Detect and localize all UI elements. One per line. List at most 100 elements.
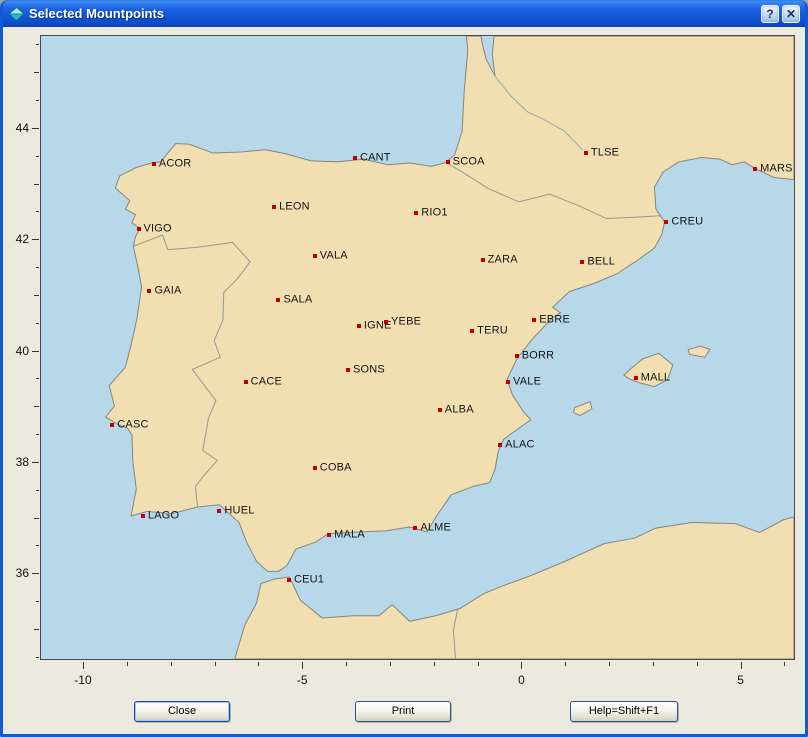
station-marker-MALA	[327, 533, 331, 537]
y-tick-35	[34, 629, 39, 630]
station-marker-SONS	[346, 368, 350, 372]
station-label-ALAC: ALAC	[505, 438, 535, 450]
map-plot-area: ACORVIGOCANTSCOATLSEMARSLEONRIO1CREUVALA…	[40, 35, 795, 660]
y-axis-label-40: 40	[3, 344, 29, 358]
x-tick-2	[609, 662, 610, 666]
station-label-LAGO: LAGO	[148, 509, 179, 521]
station-label-BORR: BORR	[522, 349, 555, 361]
y-tick-45	[34, 72, 39, 73]
x-axis-label-0: 0	[518, 673, 525, 687]
close-button[interactable]: Close	[134, 701, 230, 722]
station-label-BELL: BELL	[587, 255, 615, 267]
station-marker-YEBE	[384, 320, 388, 324]
x-tick-4	[697, 662, 698, 666]
y-tick-41.5	[36, 267, 39, 268]
x-tick-6	[784, 662, 785, 666]
station-marker-GAIA	[147, 289, 151, 293]
station-marker-CASC	[110, 423, 114, 427]
station-marker-RIO1	[414, 211, 418, 215]
station-label-HUEL: HUEL	[224, 505, 254, 517]
station-marker-ALBA	[438, 408, 442, 412]
station-marker-CREU	[664, 220, 668, 224]
station-marker-COBA	[313, 466, 317, 470]
station-label-RIO1: RIO1	[421, 206, 447, 218]
station-marker-VALA	[313, 254, 317, 258]
station-marker-CACE	[244, 380, 248, 384]
y-tick-34.5	[36, 657, 39, 658]
help-titlebar-button[interactable]: ?	[761, 5, 779, 23]
station-marker-LAGO	[141, 514, 145, 518]
y-tick-43	[34, 184, 39, 185]
station-marker-VALE	[506, 380, 510, 384]
station-label-VALA: VALA	[320, 250, 348, 262]
station-marker-HUEL	[217, 509, 221, 513]
station-label-MALA: MALA	[334, 528, 365, 540]
station-marker-SCOA	[446, 160, 450, 164]
station-marker-ZARA	[481, 258, 485, 262]
station-label-ALME: ALME	[420, 521, 451, 533]
print-button[interactable]: Print	[355, 701, 451, 722]
station-label-MALL: MALL	[641, 372, 671, 384]
y-tick-36.5	[36, 545, 39, 546]
station-label-COBA: COBA	[320, 462, 352, 474]
dialog-client-area: ACORVIGOCANTSCOATLSEMARSLEONRIO1CREUVALA…	[3, 27, 805, 734]
station-marker-MALL	[634, 376, 638, 380]
station-marker-SALA	[276, 298, 280, 302]
y-tick-42.5	[36, 211, 39, 212]
close-titlebar-button[interactable]: ✕	[782, 5, 800, 23]
station-label-CEU1: CEU1	[294, 573, 324, 585]
x-tick-3	[653, 662, 654, 666]
station-label-ZARA: ZARA	[488, 254, 518, 266]
station-label-TLSE: TLSE	[591, 146, 619, 158]
station-label-VIGO: VIGO	[144, 222, 172, 234]
station-marker-BELL	[580, 260, 584, 264]
x-tick--9	[127, 662, 128, 666]
station-label-CACE: CACE	[251, 376, 282, 388]
x-tick--10	[83, 662, 84, 669]
station-marker-VIGO	[137, 227, 141, 231]
station-label-CASC: CASC	[117, 419, 148, 431]
station-label-MARS: MARS	[760, 162, 793, 174]
y-tick-37.5	[36, 490, 39, 491]
station-marker-BORR	[515, 354, 519, 358]
station-marker-TLSE	[584, 151, 588, 155]
y-tick-44.5	[36, 100, 39, 101]
station-marker-EBRE	[532, 318, 536, 322]
title-bar[interactable]: Selected Mountpoints ? ✕	[3, 0, 805, 27]
x-tick--6	[258, 662, 259, 666]
station-marker-CANT	[353, 156, 357, 160]
x-tick--8	[171, 662, 172, 666]
station-marker-TERU	[470, 329, 474, 333]
station-label-SALA: SALA	[283, 293, 312, 305]
station-marker-IGNE	[357, 324, 361, 328]
y-tick-36	[32, 573, 39, 574]
y-tick-37	[34, 518, 39, 519]
y-tick-41	[34, 295, 39, 296]
y-axis-label-38: 38	[3, 455, 29, 469]
station-label-CREU: CREU	[671, 215, 703, 227]
y-tick-45.5	[36, 44, 39, 45]
x-tick--4	[346, 662, 347, 666]
station-label-CANT: CANT	[360, 151, 391, 163]
island-2	[688, 346, 710, 357]
y-tick-44	[32, 128, 39, 129]
station-label-TERU: TERU	[477, 325, 508, 337]
x-tick--2	[434, 662, 435, 666]
x-tick--7	[215, 662, 216, 666]
station-marker-ALME	[413, 526, 417, 530]
y-tick-38.5	[36, 434, 39, 435]
y-tick-42	[32, 239, 39, 240]
island-1	[574, 402, 592, 416]
x-axis-label-5: 5	[737, 673, 744, 687]
help-button[interactable]: Help=Shift+F1	[570, 701, 678, 722]
station-label-SONS: SONS	[353, 363, 385, 375]
station-label-SCOA: SCOA	[453, 155, 485, 167]
y-tick-40.5	[36, 323, 39, 324]
station-label-LEON: LEON	[279, 200, 310, 212]
y-tick-38	[32, 462, 39, 463]
x-tick-0	[521, 662, 522, 669]
station-label-VALE: VALE	[513, 376, 541, 388]
y-tick-39	[34, 406, 39, 407]
landmass-iberia-france	[106, 36, 794, 571]
y-tick-39.5	[36, 378, 39, 379]
